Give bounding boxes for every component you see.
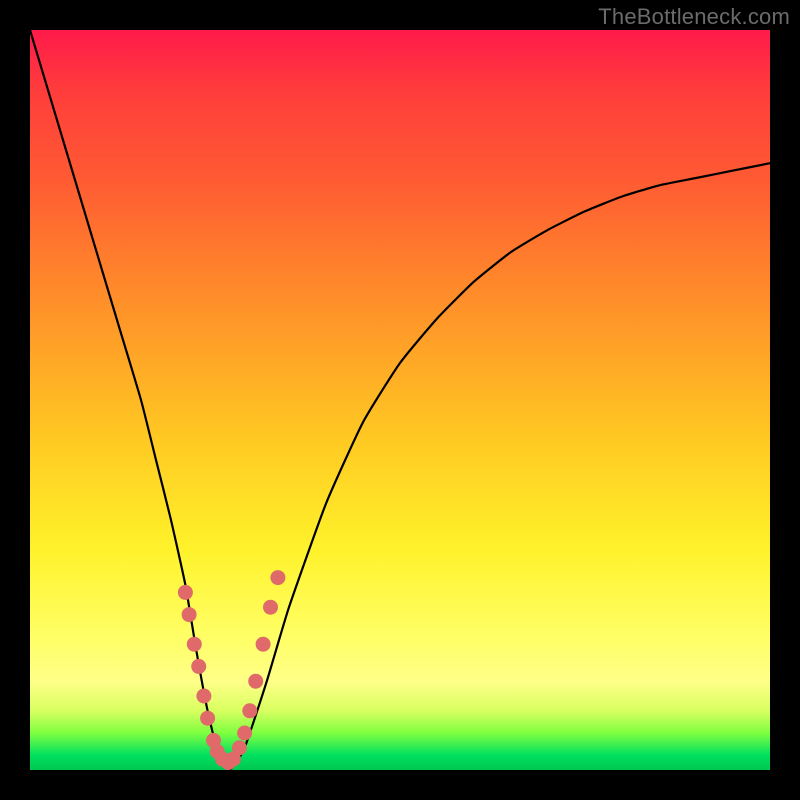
data-marker bbox=[242, 703, 257, 718]
data-marker bbox=[248, 674, 263, 689]
data-marker bbox=[270, 570, 285, 585]
data-marker bbox=[200, 711, 215, 726]
curve-layer bbox=[30, 30, 770, 770]
chart-frame: TheBottleneck.com bbox=[0, 0, 800, 800]
plot-area bbox=[30, 30, 770, 770]
bottleneck-curve bbox=[30, 30, 770, 770]
data-marker bbox=[178, 585, 193, 600]
data-marker bbox=[263, 600, 278, 615]
data-marker bbox=[232, 740, 247, 755]
data-marker bbox=[256, 637, 271, 652]
data-marker bbox=[237, 726, 252, 741]
data-marker bbox=[191, 659, 206, 674]
watermark-text: TheBottleneck.com bbox=[598, 4, 790, 30]
data-marker bbox=[187, 637, 202, 652]
data-marker bbox=[196, 689, 211, 704]
data-marker bbox=[182, 607, 197, 622]
